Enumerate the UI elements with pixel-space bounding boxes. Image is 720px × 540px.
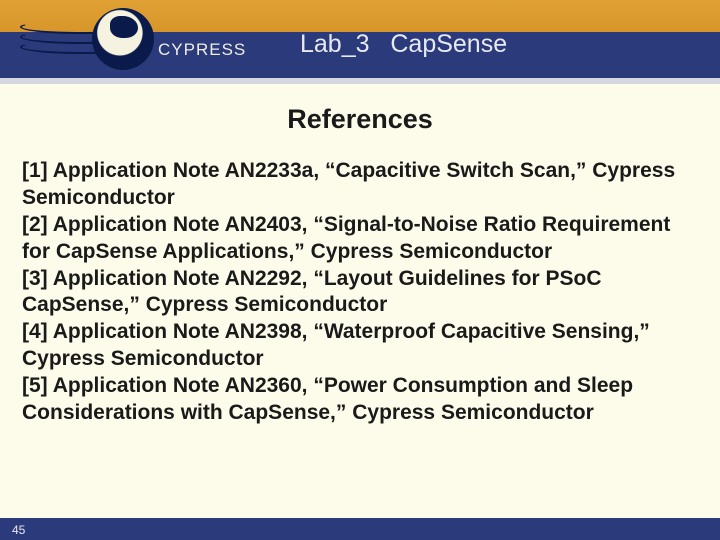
footer-bar: 45 [0, 518, 720, 540]
header-light-bar [0, 78, 720, 84]
slide-title: Lab_3 CapSense [300, 30, 690, 59]
reference-item: [4] Application Note AN2398, “Waterproof… [22, 319, 698, 373]
reference-item: [5] Application Note AN2360, “Power Cons… [22, 373, 698, 427]
cypress-logo: CYPRESS [20, 6, 250, 76]
page-number: 45 [12, 523, 25, 537]
references-list: [1] Application Note AN2233a, “Capacitiv… [22, 158, 698, 427]
logo-globe-icon [92, 8, 154, 70]
logo-text: CYPRESS [158, 40, 246, 60]
reference-item: [3] Application Note AN2292, “Layout Gui… [22, 266, 698, 320]
section-heading: References [0, 104, 720, 135]
reference-item: [2] Application Note AN2403, “Signal-to-… [22, 212, 698, 266]
slide: CYPRESS Lab_3 CapSense References [1] Ap… [0, 0, 720, 540]
reference-item: [1] Application Note AN2233a, “Capacitiv… [22, 158, 698, 212]
